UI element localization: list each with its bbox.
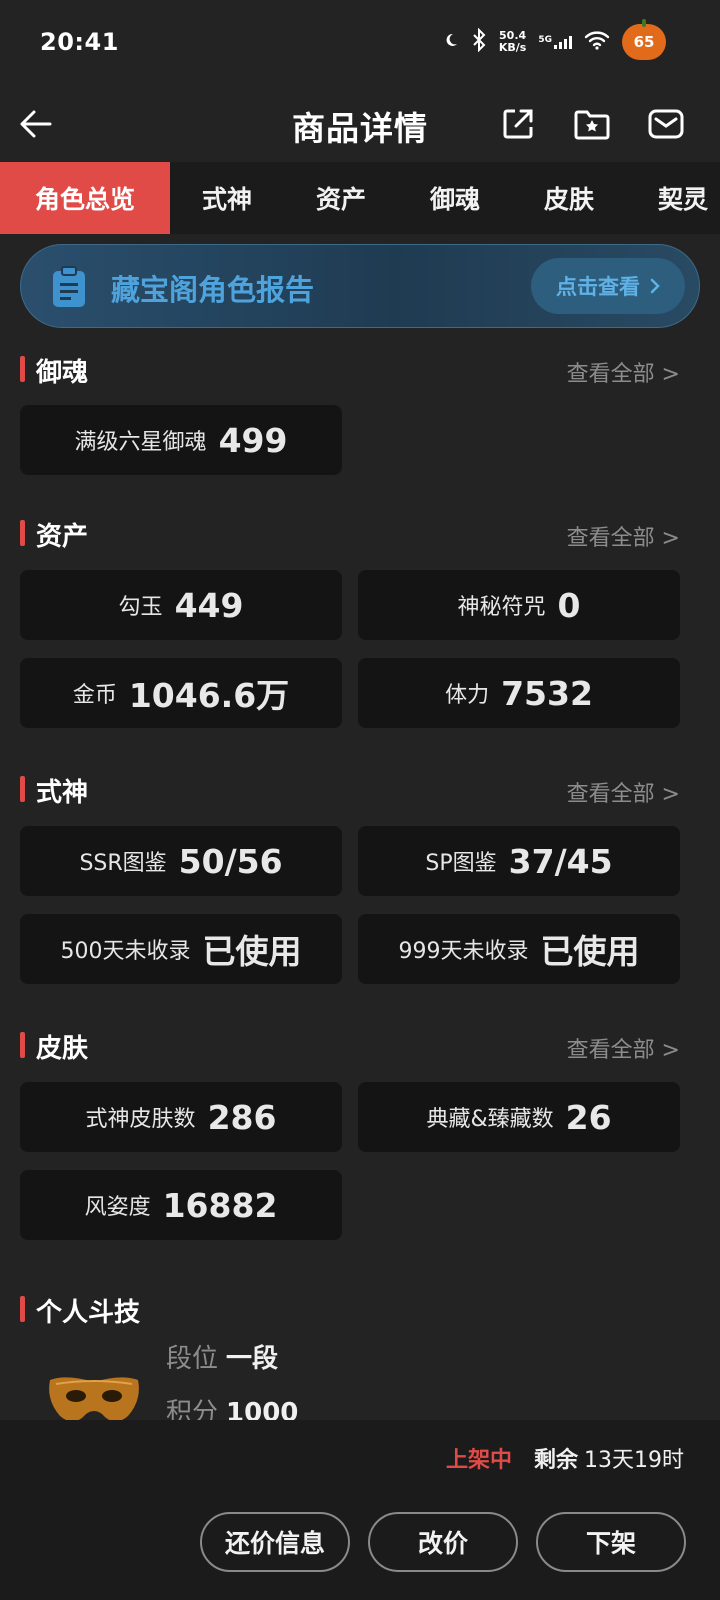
moon-icon [443, 32, 459, 52]
status-time: 20:41 [40, 28, 119, 56]
stat-card: 金币 1046.6万 [20, 658, 342, 728]
section-title: 资产 [36, 522, 89, 552]
section-marker [20, 356, 25, 382]
stat-card: 体力 7532 [358, 658, 680, 728]
view-all-link[interactable]: 查看全部 > [567, 356, 680, 388]
section-marker [20, 520, 25, 546]
counter-offer-button[interactable]: 还价信息 [200, 1512, 350, 1572]
view-all-link[interactable]: 查看全部 > [567, 1032, 680, 1064]
status-icons: 50.4 KB/s 5G 65 [443, 19, 666, 62]
share-button[interactable] [494, 100, 542, 148]
chevron-right-icon [650, 278, 660, 294]
stat-card: 式神皮肤数 286 [20, 1082, 342, 1152]
view-report-button[interactable]: 点击查看 [531, 258, 685, 314]
status-bar: 20:41 50.4 KB/s 5G 65 [0, 0, 720, 88]
share-icon [503, 109, 533, 139]
tab-overview[interactable]: 角色总览 [0, 162, 170, 234]
arena-rank: 段位 一段 [166, 1344, 279, 1374]
section-title: 皮肤 [36, 1034, 89, 1064]
remaining-time: 剩余 13天19时 [533, 1448, 684, 1473]
tab-shikigami[interactable]: 式神 [170, 162, 284, 234]
net-speed: 50.4 KB/s [498, 29, 527, 54]
tab-assets[interactable]: 资产 [284, 162, 398, 234]
favorite-folder-button[interactable] [568, 100, 616, 148]
tab-bar: 角色总览 式神 资产 御魂 皮肤 契灵 [0, 162, 720, 234]
listing-status-badge: 上架中 [445, 1448, 512, 1473]
view-all-link[interactable]: 查看全部 > [567, 776, 680, 808]
section-assets: 资产 查看全部 > 勾玉 449 神秘符咒 0 金币 1046.6万 体力 75… [0, 508, 720, 728]
stat-card: 勾玉 449 [20, 570, 342, 640]
stat-card: SP图鉴 37/45 [358, 826, 680, 896]
section-arena: 个人斗技 [0, 1284, 720, 1336]
listing-status: 上架中 剩余 13天19时 [446, 1442, 684, 1474]
stat-card: 风姿度 16882 [20, 1170, 342, 1240]
tab-skins[interactable]: 皮肤 [512, 162, 626, 234]
stat-card: SSR图鉴 50/56 [20, 826, 342, 896]
star-folder-icon [574, 110, 610, 140]
section-marker [20, 1032, 25, 1058]
tab-yuhun[interactable]: 御魂 [398, 162, 512, 234]
section-title: 式神 [36, 778, 89, 808]
section-skins: 皮肤 查看全部 > 式神皮肤数 286 典藏&臻藏数 26 风姿度 16882 [0, 1020, 720, 1240]
report-icon [53, 266, 85, 307]
stat-card: 神秘符咒 0 [358, 570, 680, 640]
wifi-icon [584, 30, 610, 54]
bluetooth-icon [471, 27, 487, 56]
section-marker [20, 776, 25, 802]
section-title: 御魂 [36, 358, 89, 388]
view-all-link[interactable]: 查看全部 > [567, 520, 680, 552]
cellular-signal-icon: 5G [538, 35, 572, 49]
stat-card: 典藏&臻藏数 26 [358, 1082, 680, 1152]
stat-card: 500天未收录 已使用 [20, 914, 342, 984]
section-marker [20, 1296, 25, 1322]
mail-icon [648, 109, 684, 139]
tab-contract-spirit[interactable]: 契灵 [626, 162, 720, 234]
section-yuhun: 御魂 查看全部 > 满级六星御魂 499 [0, 344, 720, 475]
bottom-action-bar: 上架中 剩余 13天19时 还价信息 改价 下架 [0, 1420, 720, 1600]
section-title: 个人斗技 [36, 1298, 141, 1328]
section-shikigami: 式神 查看全部 > SSR图鉴 50/56 SP图鉴 37/45 500天未收录… [0, 764, 720, 984]
stat-card: 满级六星御魂 499 [20, 405, 342, 475]
message-button[interactable] [642, 100, 690, 148]
header: 商品详情 [0, 88, 720, 162]
delist-button[interactable]: 下架 [536, 1512, 686, 1572]
stat-card: 999天未收录 已使用 [358, 914, 680, 984]
change-price-button[interactable]: 改价 [368, 1512, 518, 1572]
banner-title: 藏宝阁角色报告 [111, 273, 315, 307]
report-banner[interactable]: 藏宝阁角色报告 点击查看 [20, 244, 700, 328]
battery-icon: 65 [622, 19, 666, 60]
